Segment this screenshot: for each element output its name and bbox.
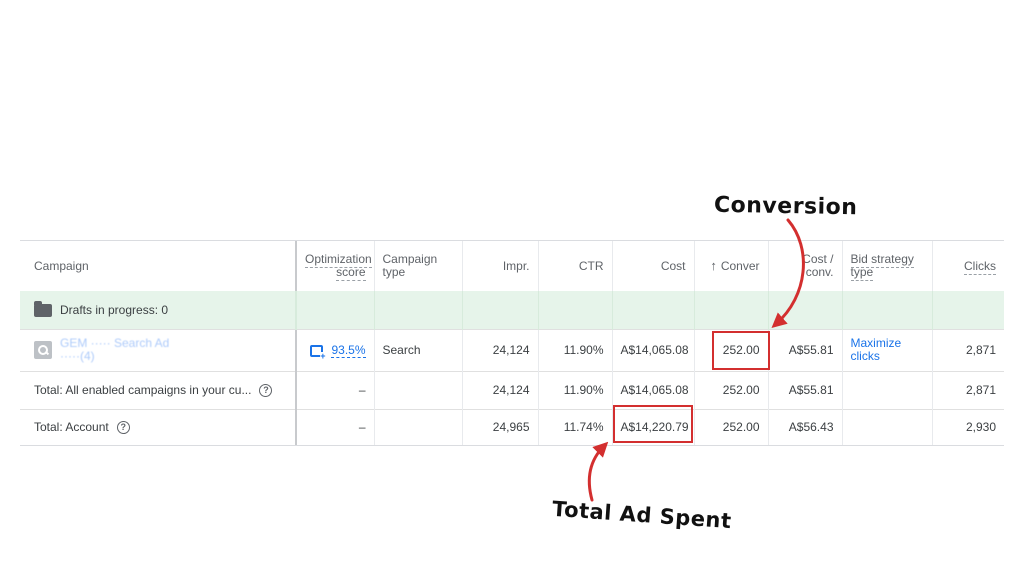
total-enabled-label: Total: All enabled campaigns in your cu.… xyxy=(34,382,252,397)
col-impr[interactable]: Impr. xyxy=(462,241,539,291)
cost-per-conv-cell: A$55.81 xyxy=(768,329,843,371)
optimization-icon xyxy=(310,344,326,360)
campaign-type-cell: Search xyxy=(374,329,463,371)
optimization-score-value[interactable]: 93.5% xyxy=(331,343,366,358)
campaign-name-link[interactable]: GEM ····· Search Ad ·····(4) xyxy=(60,337,190,363)
conversion-highlight-box xyxy=(712,331,770,370)
col-cost-per-conv-label: Cost / conv. xyxy=(802,252,834,279)
total-enabled-clicks: 2,871 xyxy=(965,383,996,397)
table-header-row: Campaign Optimization score Campaign typ… xyxy=(20,241,1004,291)
search-icon xyxy=(34,341,52,359)
total-account-label-cell: Total: Account? xyxy=(20,409,297,445)
campaign-table-container: Campaign Optimization score Campaign typ… xyxy=(20,240,1004,446)
help-icon[interactable]: ? xyxy=(116,421,130,435)
col-impr-label: Impr. xyxy=(502,258,530,273)
total-account-clicks: 2,930 xyxy=(965,420,996,435)
drafts-cell[interactable]: Drafts in progress: 0 xyxy=(20,291,297,329)
campaign-table: Campaign Optimization score Campaign typ… xyxy=(20,241,1004,445)
col-clicks-label: Clicks xyxy=(964,258,996,275)
col-bid-strategy-label: Bid strategy type xyxy=(850,252,914,281)
col-cost[interactable]: Cost xyxy=(612,241,695,291)
col-clicks[interactable]: Clicks xyxy=(932,241,1004,291)
total-account-ctr: 11.74% xyxy=(538,409,613,445)
total-account-label: Total: Account xyxy=(34,420,109,435)
bid-strategy-cell: Maximize clicks xyxy=(842,329,933,371)
total-cost-highlight-box xyxy=(613,405,693,443)
total-enabled-label-cell: Total: All enabled campaigns in your cu.… xyxy=(20,371,297,409)
col-campaign-type-label: Campaign type xyxy=(382,252,438,279)
col-optimization-score-label: Optimization score xyxy=(305,252,372,281)
drafts-row[interactable]: Drafts in progress: 0 xyxy=(20,291,1004,329)
total-account-impr: 24,965 xyxy=(462,409,539,445)
col-bid-strategy[interactable]: Bid strategy type xyxy=(842,241,933,291)
impr-cell: 24,124 xyxy=(462,329,539,371)
clicks-cell: 2,871 xyxy=(965,343,996,357)
ctr-cell: 11.90% xyxy=(538,329,613,371)
total-ad-spent-annotation: Total Ad Spent xyxy=(551,496,733,534)
col-campaign-label: Campaign xyxy=(34,258,89,273)
total-account-conversions: 252.00 xyxy=(694,409,769,445)
optimization-score-cell[interactable]: 93.5% xyxy=(296,329,375,371)
total-account-row: Total: Account? – 24,965 11.74% A$14,220… xyxy=(20,409,1004,445)
total-enabled-cost: A$14,065.08 xyxy=(612,371,695,409)
col-optimization-score[interactable]: Optimization score xyxy=(296,241,375,291)
col-cost-label: Cost xyxy=(660,258,686,273)
total-account-cost-per-conv: A$56.43 xyxy=(768,409,843,445)
col-ctr[interactable]: CTR xyxy=(538,241,613,291)
total-enabled-opt: – xyxy=(296,371,375,409)
arrow-up-icon: ↑ xyxy=(710,258,717,273)
col-campaign-type[interactable]: Campaign type xyxy=(374,241,463,291)
total-enabled-cost-per-conv: A$55.81 xyxy=(768,371,843,409)
folder-icon xyxy=(34,300,52,317)
col-conversions-label: Conver xyxy=(720,259,760,273)
cost-cell: A$14,065.08 xyxy=(612,329,695,371)
col-ctr-label: CTR xyxy=(578,258,604,273)
col-campaign[interactable]: Campaign xyxy=(20,241,297,291)
total-enabled-row: Total: All enabled campaigns in your cu.… xyxy=(20,371,1004,409)
ad-spent-arrow xyxy=(587,441,609,502)
bid-strategy-link[interactable]: Maximize clicks xyxy=(851,337,911,363)
total-enabled-conversions: 252.00 xyxy=(694,371,769,409)
campaign-name-cell[interactable]: GEM ····· Search Ad ·····(4) xyxy=(20,329,297,371)
col-conversions[interactable]: ↑ Conver xyxy=(694,241,769,291)
table-row: GEM ····· Search Ad ·····(4) 93.5% Searc… xyxy=(20,329,1004,371)
total-enabled-impr: 24,124 xyxy=(462,371,539,409)
drafts-label: Drafts in progress: 0 xyxy=(60,302,169,317)
help-icon[interactable]: ? xyxy=(259,384,273,398)
conversion-annotation: Conversion xyxy=(713,192,858,221)
col-cost-per-conv[interactable]: Cost / conv. xyxy=(768,241,843,291)
total-account-opt: – xyxy=(296,409,375,445)
total-enabled-ctr: 11.90% xyxy=(538,371,613,409)
